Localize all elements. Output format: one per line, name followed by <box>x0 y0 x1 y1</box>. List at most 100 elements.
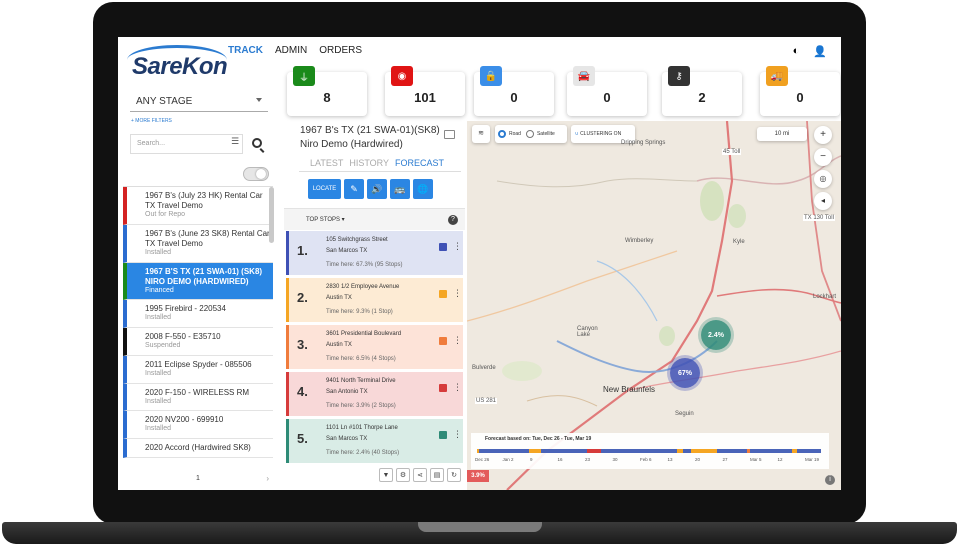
road-radio[interactable] <box>498 130 506 138</box>
tab-history[interactable]: HISTORY <box>349 158 389 168</box>
user-icon[interactable]: 👤 <box>813 45 827 58</box>
stop-checkbox[interactable] <box>439 431 447 439</box>
gear-icon[interactable]: ⚙ <box>396 468 410 482</box>
search-input[interactable]: Search... <box>130 134 243 154</box>
vehicle-list-item[interactable]: 2020 NV200 - 699910 Installed <box>123 411 273 439</box>
vehicle-sidebar: ANY STAGE + MORE FILTERS Search... ☰ 196… <box>118 87 276 490</box>
stop-row[interactable]: 5. 1101 Ln #101 Thorpe Lane San Marcos TX T… <box>286 419 463 463</box>
forecast-label: Forecast based on: Tue, Dec 26 - Tue, Ma… <box>485 436 592 442</box>
satellite-radio[interactable] <box>525 130 534 138</box>
stop-checkbox[interactable] <box>439 290 447 298</box>
stat-card[interactable]: ◉ 101 <box>385 66 465 116</box>
stop-checkbox[interactable] <box>439 384 447 392</box>
stat-card[interactable]: 🚘 0 <box>567 66 647 116</box>
stop-row[interactable]: 2. 2830 1/2 Employee Avenue Austin TX Time … <box>286 278 463 322</box>
kebab-menu-icon[interactable]: ⋮ <box>453 241 462 252</box>
tab-latest[interactable]: LATEST <box>310 158 343 168</box>
vehicle-list-item[interactable]: 2020 Accord (Hardwired SK8) <box>123 439 273 458</box>
cluster-marker[interactable]: 2.4% <box>701 320 731 350</box>
place-bulverde: Bulverde <box>472 365 496 371</box>
bus-icon[interactable]: 🚌 <box>390 179 410 199</box>
map-type-toggle[interactable]: Road Satellite <box>495 125 567 143</box>
zoom-in-button[interactable]: + <box>814 126 832 144</box>
stat-card[interactable]: 🔒 0 <box>474 66 554 116</box>
contrast-icon[interactable]: ◐ <box>793 45 800 58</box>
sound-icon[interactable]: 🔊 <box>367 179 387 199</box>
main-nav: TRACK ADMIN ORDERS <box>228 45 362 56</box>
nav-track[interactable]: TRACK <box>228 45 263 56</box>
tab-forecast[interactable]: FORECAST <box>395 158 444 168</box>
details-card-icon[interactable] <box>444 130 455 139</box>
bottom-toolbar: ▼ ⚙ ⋖ ▤ ↻ <box>379 468 461 482</box>
stat-card[interactable]: 🚚 0 <box>760 66 840 116</box>
timeline-tick: 9 <box>530 457 533 462</box>
timeline-tick: 12 <box>777 457 783 462</box>
plug-icon: ⏚ <box>293 66 315 86</box>
stat-card[interactable]: ⏚ 8 <box>287 66 367 116</box>
help-icon[interactable]: ? <box>448 215 458 225</box>
vehicle-list-item[interactable]: 2020 F-150 - WIRELESS RM Installed <box>123 383 273 412</box>
nav-admin[interactable]: ADMIN <box>275 45 307 56</box>
vehicle-list-item[interactable]: 1995 Firebird - 220534 Installed <box>123 300 273 328</box>
top-stops-dropdown[interactable]: TOP STOPS ▾ <box>306 216 345 223</box>
print-icon[interactable]: ▤ <box>430 468 444 482</box>
stop-city: San Marcos TX <box>326 436 368 443</box>
vehicle-list-item[interactable]: 1967 B'S TX (21 SWA-01) (SK8) NIRO DEMO … <box>123 262 273 301</box>
pager-page[interactable]: 1 <box>196 475 200 482</box>
locate-button[interactable]: LOCATE <box>308 179 341 199</box>
cluster-marker[interactable]: 67% <box>670 358 700 388</box>
chevron-down-icon <box>256 98 262 102</box>
more-filters-link[interactable]: + MORE FILTERS <box>131 118 172 124</box>
vehicle-list-scrollbar[interactable] <box>269 187 274 243</box>
forecast-segment <box>677 449 683 453</box>
vehicle-list-item[interactable]: 2011 Eclipse Spyder - 085506 Installed <box>123 355 273 384</box>
vehicle-name: 1967 B'S TX (21 SWA-01) (SK8) NIRO DEMO … <box>145 266 263 286</box>
layers-button[interactable]: ≋ <box>472 125 490 143</box>
kebab-menu-icon[interactable]: ⋮ <box>453 288 462 299</box>
zoom-out-button[interactable]: − <box>814 148 832 166</box>
stop-rank: 3. <box>297 337 308 352</box>
car-icon: 🚘 <box>573 66 595 86</box>
stop-checkbox[interactable] <box>439 243 447 251</box>
timeline-tick: 30 <box>612 457 618 462</box>
stop-time-here: Time here: 2.4% (40 Stops) <box>326 450 400 456</box>
stop-row[interactable]: 3. 3601 Presidential Boulevard Austin TX Ti… <box>286 325 463 369</box>
globe-icon[interactable]: 🌐 <box>413 179 433 199</box>
stop-street: 2830 1/2 Employee Avenue <box>326 284 400 290</box>
kebab-menu-icon[interactable]: ⋮ <box>453 429 462 440</box>
stop-street: 9401 North Terminal Drive <box>326 378 396 384</box>
list-toggle[interactable] <box>243 167 269 181</box>
map-scale-label: 10 mi <box>774 131 790 137</box>
stage-select[interactable]: ANY STAGE <box>130 90 268 112</box>
kebab-menu-icon[interactable]: ⋮ <box>453 335 462 346</box>
stop-row[interactable]: 1. 105 Switchgrass Street San Marcos TX Tim… <box>286 231 463 275</box>
stat-card[interactable]: ⚷ 2 <box>662 66 742 116</box>
stop-checkbox[interactable] <box>439 337 447 345</box>
vehicle-name: 1967 B's (July 23 HK) Rental Car TX Trav… <box>145 191 263 210</box>
collapse-button[interactable]: ◂ <box>814 192 832 210</box>
info-icon[interactable]: i <box>825 475 835 485</box>
list-view-icon[interactable]: ☰ <box>231 136 239 147</box>
place-seguin: Seguin <box>675 411 694 417</box>
stop-badge[interactable]: 3.9% <box>467 470 489 482</box>
search-icon[interactable] <box>252 138 262 148</box>
vehicle-list-item[interactable]: 2008 F-550 - E35710 Suspended <box>123 328 273 356</box>
share-icon[interactable]: ⋖ <box>413 468 427 482</box>
timeline-tick: 13 <box>667 457 673 462</box>
stop-address: 1101 Ln #101 Thorpe Lane San Marcos TX <box>326 423 398 446</box>
filter-icon[interactable]: ▼ <box>379 468 393 482</box>
vehicle-list-item[interactable]: 1967 B's (June 23 SK8) Rental Car TX Tra… <box>123 224 273 263</box>
kebab-menu-icon[interactable]: ⋮ <box>453 382 462 393</box>
edit-icon[interactable]: ✎ <box>344 179 364 199</box>
map-view[interactable]: ≋ Road Satellite ∪ CLUSTERING ON 10 mi +… <box>467 121 841 490</box>
forecast-bar[interactable] <box>477 449 821 453</box>
locate-me-button[interactable]: ◎ <box>814 170 832 188</box>
stop-row[interactable]: 4. 9401 North Terminal Drive San Antonio T… <box>286 372 463 416</box>
vehicle-status: Installed <box>145 425 172 433</box>
refresh-icon[interactable]: ↻ <box>447 468 461 482</box>
pager-next-button[interactable]: › <box>266 474 269 483</box>
place-dripping-springs: Dripping Springs <box>621 140 666 146</box>
nav-orders[interactable]: ORDERS <box>319 45 362 56</box>
vehicle-list-item[interactable]: 1967 B's (July 23 HK) Rental Car TX Trav… <box>123 187 273 225</box>
place-lockhart: Lockhart <box>813 294 837 300</box>
